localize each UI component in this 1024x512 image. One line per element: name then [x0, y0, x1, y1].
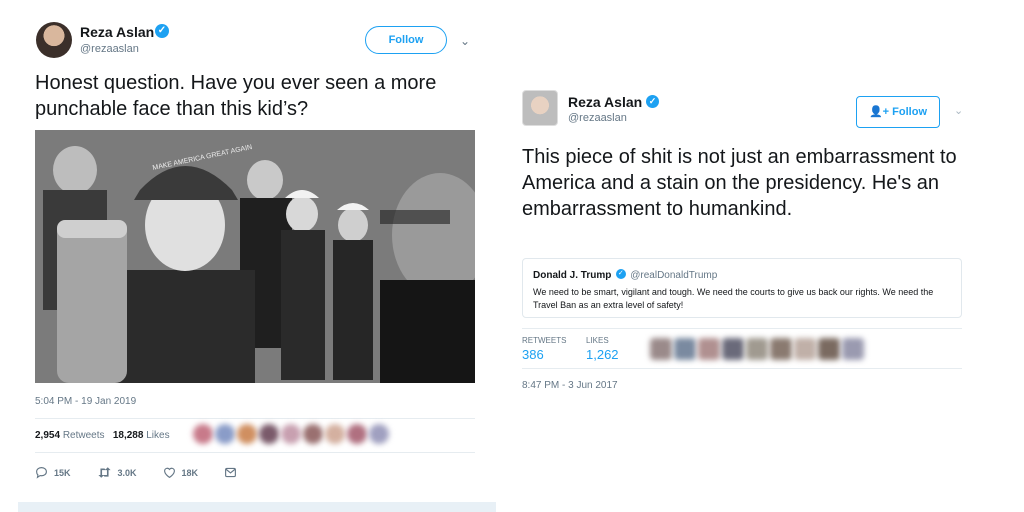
reply-bar — [18, 502, 496, 512]
verified-badge-icon: ✓ — [155, 24, 169, 38]
reply-icon — [36, 467, 47, 479]
add-user-icon: 👤+ — [868, 106, 893, 118]
reply-button[interactable]: 15K — [35, 466, 71, 479]
likes-stat[interactable]: LIKES 1,262 — [586, 336, 619, 362]
engagement-stats: 2,954 Retweets 18,288 Likes — [35, 430, 170, 441]
tweet-text: Honest question. Have you ever seen a mo… — [35, 72, 437, 120]
likes-value: 1,262 — [586, 347, 619, 362]
right-tweet: Reza Aslan ✓ @rezaaslan 👤+ Follow ⌄ This… — [508, 76, 978, 406]
quoted-author-name: Donald J. Trump — [533, 270, 612, 281]
retweets-label[interactable]: Retweets — [63, 430, 105, 441]
tweet-text: This piece of shit is not just an embarr… — [522, 146, 957, 220]
author-name[interactable]: Reza Aslan — [80, 24, 154, 40]
likes-label: LIKES — [586, 336, 609, 345]
verified-badge-icon: ✓ — [615, 268, 626, 279]
retweets-value: 386 — [522, 347, 544, 362]
chevron-down-icon[interactable]: ⌄ — [954, 104, 963, 117]
author-handle[interactable]: @rezaaslan — [80, 43, 139, 55]
author-avatar[interactable] — [522, 90, 558, 126]
follow-button[interactable]: 👤+ Follow — [856, 96, 940, 128]
divider — [35, 418, 475, 419]
retweet-button[interactable]: 3.0K — [97, 466, 137, 479]
tweet-actions: 15K 3.0K 18K — [35, 466, 237, 479]
retweet-icon — [97, 467, 111, 478]
blurred-liker-avatars — [650, 338, 880, 362]
quoted-tweet[interactable]: Donald J. Trump ✓ @realDonaldTrump We ne… — [522, 258, 962, 318]
blurred-liker-avatars — [193, 424, 403, 446]
divider — [522, 328, 962, 329]
tweet-photo[interactable]: MAKE AMERICA GREAT AGAIN — [35, 130, 475, 383]
retweets-label: RETWEETS — [522, 336, 567, 345]
retweets-stat[interactable]: RETWEETS 386 — [522, 336, 566, 362]
likes-label[interactable]: Likes — [146, 430, 169, 441]
chevron-down-icon[interactable]: ⌄ — [460, 34, 470, 48]
follow-label: Follow — [892, 106, 927, 118]
like-icon — [163, 467, 175, 479]
quoted-tweet-text: We need to be smart, vigilant and tough.… — [533, 287, 934, 310]
retweets-count[interactable]: 2,954 — [35, 430, 60, 441]
like-button[interactable]: 18K — [163, 466, 199, 479]
tweet-timestamp[interactable]: 8:47 PM - 3 Jun 2017 — [522, 380, 618, 391]
retweet-count: 3.0K — [117, 467, 137, 478]
left-tweet: Reza Aslan ✓ @rezaaslan Follow ⌄ Honest … — [18, 0, 496, 512]
reply-count: 15K — [54, 467, 71, 478]
likes-count[interactable]: 18,288 — [113, 430, 144, 441]
author-handle[interactable]: @rezaaslan — [568, 112, 627, 124]
direct-message-button[interactable] — [224, 466, 237, 479]
divider — [522, 368, 962, 369]
author-avatar[interactable] — [36, 22, 72, 58]
divider — [35, 452, 475, 453]
author-name[interactable]: Reza Aslan — [568, 94, 642, 110]
quoted-author-handle: @realDonaldTrump — [630, 270, 718, 281]
follow-button[interactable]: Follow — [365, 26, 447, 54]
message-icon — [225, 467, 236, 478]
like-count: 18K — [181, 467, 199, 478]
tweet-timestamp[interactable]: 5:04 PM - 19 Jan 2019 — [35, 396, 136, 407]
verified-badge-icon: ✓ — [646, 95, 659, 108]
